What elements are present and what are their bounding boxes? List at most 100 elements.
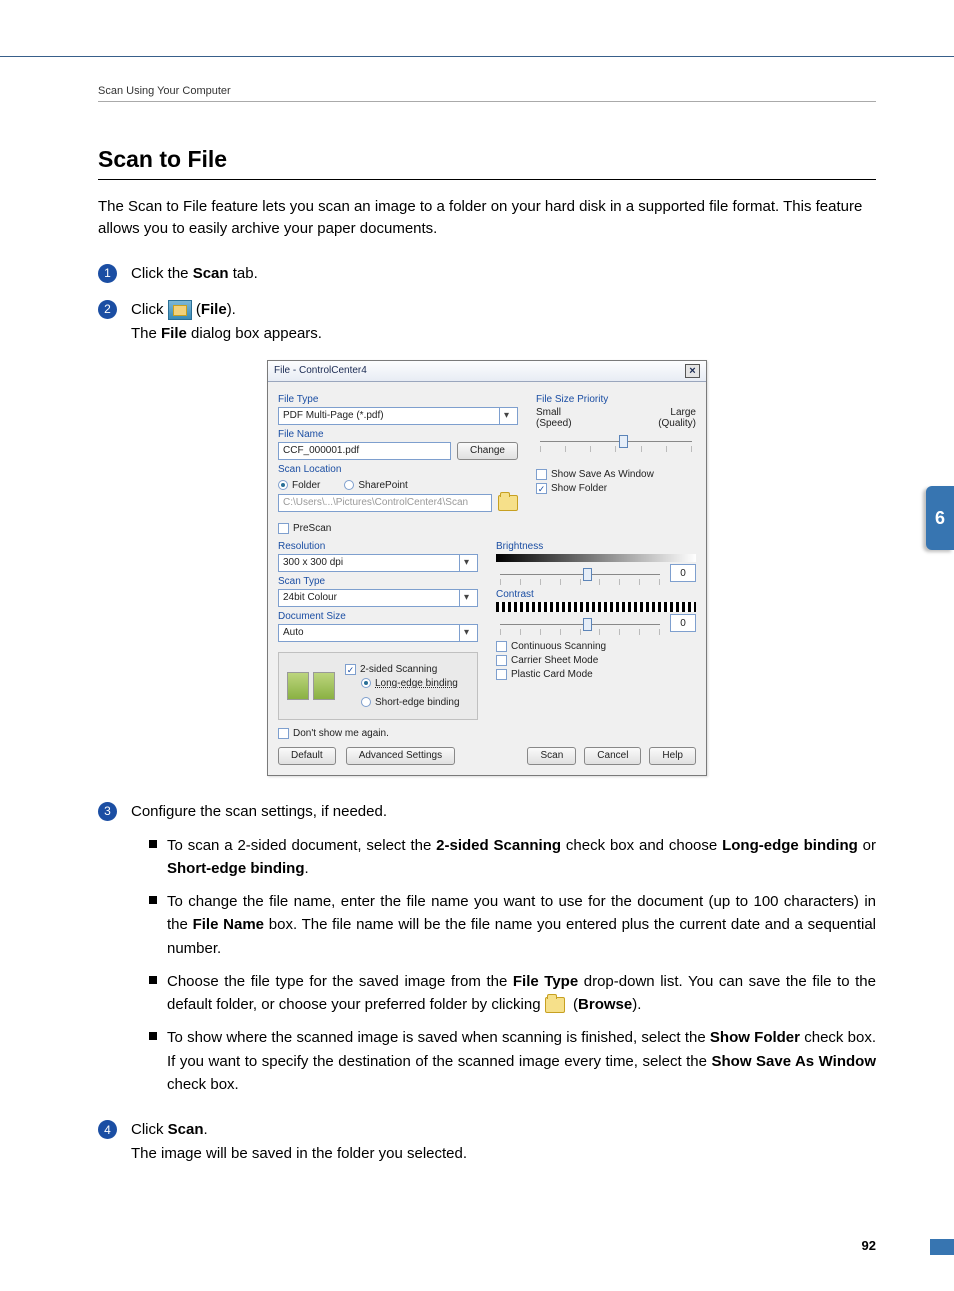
scan-button[interactable]: Scan	[527, 747, 576, 765]
brightness-slider[interactable]	[500, 574, 660, 575]
folder-radio-label: Folder	[292, 480, 320, 491]
step-badge-1: 1	[98, 264, 117, 283]
plastic-card-checkbox[interactable]: Plastic Card Mode	[496, 669, 696, 680]
scan-type-dropdown[interactable]: 24bit Colour ▾	[278, 589, 478, 607]
t: Scan	[168, 1121, 204, 1138]
step-badge-2: 2	[98, 300, 117, 319]
default-button[interactable]: Default	[278, 747, 336, 765]
radio-icon	[361, 678, 371, 688]
t: .	[304, 860, 308, 877]
path-value: C:\Users\...\Pictures\ControlCenter4\Sca…	[283, 497, 468, 508]
file-name-input[interactable]: CCF_000001.pdf	[278, 442, 451, 460]
plastic-label: Plastic Card Mode	[511, 669, 593, 680]
t: Short-edge binding	[167, 860, 304, 877]
t: Show Save As Window	[712, 1053, 877, 1070]
cont-scan-label: Continuous Scanning	[511, 641, 606, 652]
step-badge-4: 4	[98, 1120, 117, 1139]
help-button[interactable]: Help	[649, 747, 696, 765]
page-number: 92	[862, 1238, 876, 1253]
step-4: 4 Click Scan. The image will be saved in…	[98, 1118, 876, 1166]
short-edge-label: Short-edge binding	[375, 697, 460, 708]
sharepoint-radio-label: SharePoint	[358, 480, 407, 491]
short-edge-radio[interactable]: Short-edge binding	[361, 697, 460, 708]
t: File Type	[513, 973, 578, 990]
change-button[interactable]: Change	[457, 442, 518, 460]
chevron-down-icon: ▾	[459, 590, 473, 606]
path-input[interactable]: C:\Users\...\Pictures\ControlCenter4\Sca…	[278, 494, 492, 512]
show-save-as-checkbox[interactable]: Show Save As Window	[536, 469, 696, 480]
two-sided-label: 2-sided Scanning	[360, 664, 437, 675]
step-2-text-b: File	[201, 301, 227, 318]
step-1-text-b: Scan	[193, 265, 229, 282]
scan-type-value: 24bit Colour	[283, 592, 337, 603]
carrier-sheet-checkbox[interactable]: Carrier Sheet Mode	[496, 655, 696, 666]
bullet-4: To show where the scanned image is saved…	[167, 1026, 876, 1096]
t: Show Folder	[710, 1029, 800, 1046]
t: To show where the scanned image is saved…	[167, 1029, 710, 1046]
t: or	[858, 837, 876, 854]
two-sided-checkbox[interactable]: ✓ 2-sided Scanning	[345, 664, 460, 675]
slider-thumb-icon	[619, 435, 628, 448]
t: The image will be saved in the folder yo…	[131, 1145, 467, 1162]
step-badge-3: 3	[98, 802, 117, 821]
duplex-icon	[287, 672, 309, 700]
page-content: Scan Using Your Computer Scan to File Th…	[0, 57, 954, 1166]
resolution-value: 300 x 300 dpi	[283, 557, 343, 568]
t: Long-edge binding	[722, 837, 858, 854]
long-edge-label: Long-edge binding	[375, 678, 458, 689]
slider-thumb-icon	[583, 618, 592, 631]
t: check box.	[167, 1076, 239, 1093]
checkbox-icon	[536, 469, 547, 480]
bullet-3: Choose the file type for the saved image…	[167, 970, 876, 1017]
step-3: 3 Configure the scan settings, if needed…	[98, 800, 876, 1107]
close-icon[interactable]: ×	[685, 364, 700, 378]
small-label: Small	[536, 407, 561, 418]
file-type-value: PDF Multi-Page (*.pdf)	[283, 410, 384, 421]
checkbox-icon	[278, 523, 289, 534]
scan-location-label: Scan Location	[278, 464, 518, 475]
dont-show-checkbox[interactable]: Don't show me again.	[278, 728, 696, 739]
t: 2-sided Scanning	[436, 837, 561, 854]
step-2-text-d: File	[161, 325, 187, 342]
sharepoint-radio[interactable]: SharePoint	[344, 480, 407, 491]
file-size-slider[interactable]	[540, 441, 692, 442]
show-folder-checkbox[interactable]: ✓Show Folder	[536, 483, 696, 494]
file-size-label: File Size Priority	[536, 394, 696, 405]
doc-size-label: Document Size	[278, 611, 478, 622]
t: Browse	[578, 996, 632, 1013]
step-3-intro: Configure the scan settings, if needed.	[131, 803, 387, 820]
cancel-button[interactable]: Cancel	[584, 747, 641, 765]
slider-thumb-icon	[583, 568, 592, 581]
brightness-value[interactable]: 0	[670, 564, 696, 582]
file-name-value: CCF_000001.pdf	[283, 445, 359, 456]
chapter-tab: 6	[926, 486, 954, 550]
large-label: Large	[670, 407, 696, 418]
contrast-label: Contrast	[496, 589, 696, 600]
file-type-dropdown[interactable]: PDF Multi-Page (*.pdf) ▾	[278, 407, 518, 425]
checkbox-icon: ✓	[345, 664, 356, 675]
continuous-scanning-checkbox[interactable]: Continuous Scanning	[496, 641, 696, 652]
step-2-text-e: dialog box appears.	[187, 325, 322, 342]
prescan-checkbox[interactable]: PreScan	[278, 523, 696, 534]
page-title: Scan to File	[98, 146, 876, 180]
resolution-dropdown[interactable]: 300 x 300 dpi▾	[278, 554, 478, 572]
t: check box and choose	[561, 837, 722, 854]
bullet-1: To scan a 2-sided document, select the 2…	[167, 834, 876, 881]
slider-ticks	[500, 629, 660, 635]
chevron-down-icon: ▾	[499, 408, 513, 424]
contrast-slider[interactable]	[500, 624, 660, 625]
contrast-value[interactable]: 0	[670, 614, 696, 632]
folder-radio[interactable]: Folder	[278, 480, 320, 491]
radio-icon	[361, 697, 371, 707]
speed-label: (Speed)	[536, 418, 572, 429]
dont-show-label: Don't show me again.	[293, 728, 389, 739]
dialog-title-text: File - ControlCenter4	[274, 365, 367, 376]
long-edge-radio[interactable]: Long-edge binding	[361, 678, 460, 689]
contrast-value-text: 0	[680, 618, 686, 629]
file-type-label: File Type	[278, 394, 518, 405]
browse-folder-icon[interactable]	[498, 495, 518, 511]
t: Click	[131, 1121, 168, 1138]
advanced-settings-button[interactable]: Advanced Settings	[346, 747, 455, 765]
doc-size-dropdown[interactable]: Auto▾	[278, 624, 478, 642]
brightness-value-text: 0	[680, 568, 686, 579]
